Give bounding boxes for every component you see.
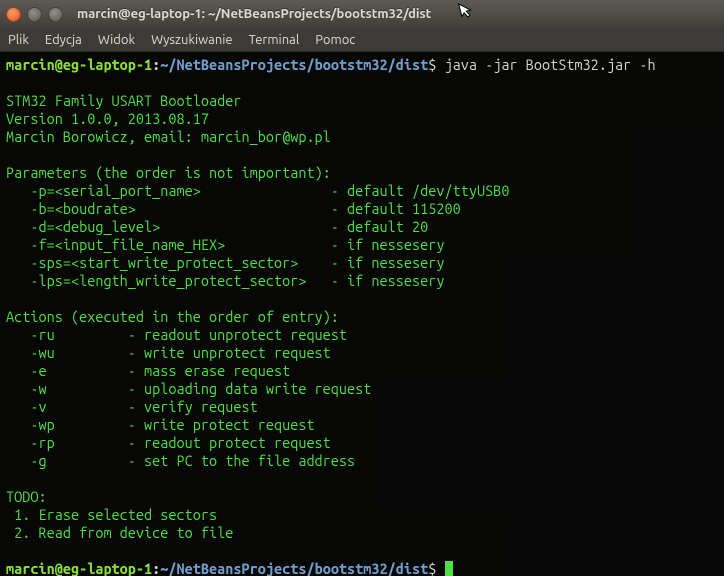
window-title: marcin@eg-laptop-1: ~/NetBeansProjects/b… [77, 7, 431, 21]
output-line: -w - uploading data write request [6, 380, 371, 397]
output-line: -v - verify request [6, 398, 258, 415]
window-titlebar: marcin@eg-laptop-1: ~/NetBeansProjects/b… [0, 0, 724, 28]
menubar: Plik Edycja Widok Wyszukiwanie Terminal … [0, 28, 724, 52]
output-line: 1. Erase selected sectors [6, 506, 217, 523]
output-line: -b=<boudrate> - default 115200 [6, 200, 461, 217]
output-line: -f=<input_file_name_HEX> - if nessesery [6, 236, 444, 253]
menu-search[interactable]: Wyszukiwanie [151, 33, 233, 47]
prompt-path: ~/NetBeansProjects/bootstm32/dist [160, 560, 428, 576]
output-line: Version 1.0.0, 2013.08.17 [6, 110, 209, 127]
output-line: Marcin Borowicz, email: marcin_bor@wp.pl [6, 128, 331, 145]
output-line: -lps=<length_write_protect_sector> - if … [6, 272, 444, 289]
maximize-icon[interactable] [48, 7, 63, 22]
terminal-cursor [445, 561, 453, 576]
minimize-icon[interactable] [27, 7, 42, 22]
output-line: Parameters (the order is not important): [6, 164, 331, 181]
output-line: -ru - readout unprotect request [6, 326, 347, 343]
menu-help[interactable]: Pomoc [315, 33, 355, 47]
menu-terminal[interactable]: Terminal [249, 33, 300, 47]
prompt-symbol: $ [428, 56, 436, 73]
prompt-symbol: $ [428, 560, 436, 576]
entered-command: java -jar BootStm32.jar -h [445, 56, 656, 73]
prompt-user-host: marcin@eg-laptop-1 [6, 560, 152, 576]
prompt-user-host: marcin@eg-laptop-1 [6, 56, 152, 73]
output-line: -rp - readout protect request [6, 434, 331, 451]
output-line: -p=<serial_port_name> - default /dev/tty… [6, 182, 509, 199]
menu-view[interactable]: Widok [98, 33, 135, 47]
terminal-area[interactable]: marcin@eg-laptop-1:~/NetBeansProjects/bo… [0, 52, 724, 576]
output-line: Actions (executed in the order of entry)… [6, 308, 339, 325]
output-line: -g - set PC to the file address [6, 452, 355, 469]
output-line: STM32 Family USART Bootloader [6, 92, 241, 109]
window-controls [6, 7, 63, 22]
prompt-path: ~/NetBeansProjects/bootstm32/dist [160, 56, 428, 73]
output-line: 2. Read from device to file [6, 524, 233, 541]
output-line: -d=<debug_level> - default 20 [6, 218, 428, 235]
output-line: -wp - write protect request [6, 416, 315, 433]
output-line: -wu - write unprotect request [6, 344, 331, 361]
menu-file[interactable]: Plik [8, 33, 29, 47]
output-line: -e - mass erase request [6, 362, 290, 379]
output-line: -sps=<start_write_protect_sector> - if n… [6, 254, 444, 271]
output-line: TODO: [6, 488, 47, 505]
close-icon[interactable] [6, 7, 21, 22]
mouse-cursor-icon [457, 0, 476, 24]
menu-edit[interactable]: Edycja [45, 33, 82, 47]
